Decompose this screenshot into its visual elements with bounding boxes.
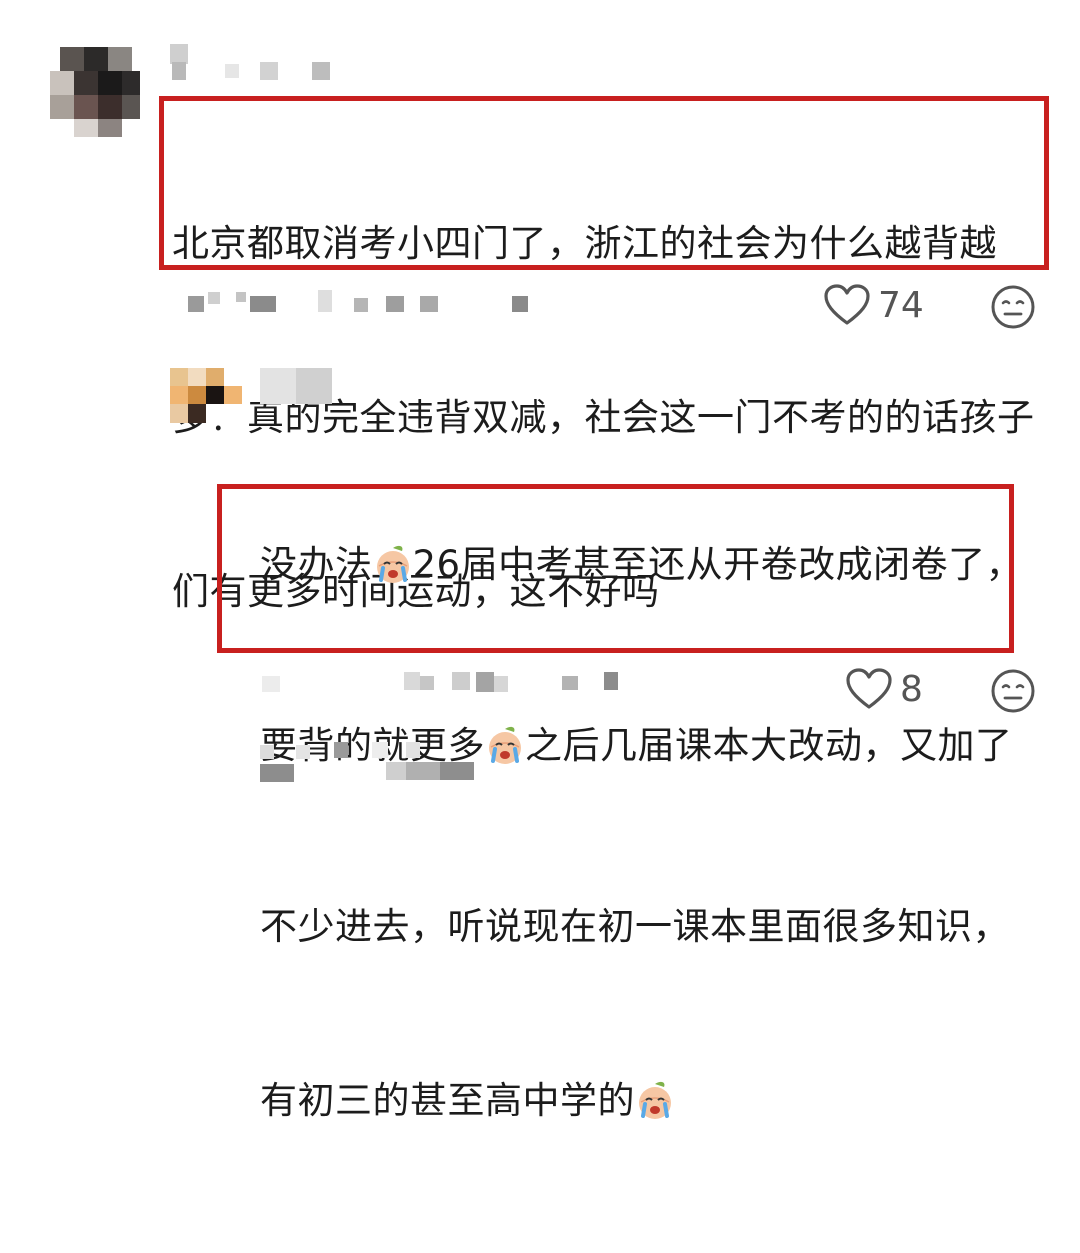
highlight-box-1 [159,96,1049,270]
crying-peach-emoji [635,1079,675,1137]
like-button-comment-1[interactable]: 74 [824,284,924,326]
neutral-face-icon[interactable] [990,284,1036,334]
like-count: 74 [878,284,924,326]
like-count: 8 [900,668,923,710]
comment-2-line-4: 有初三的甚至高中学的 [260,1072,1050,1137]
like-button-comment-2[interactable]: 8 [846,668,923,710]
crying-peach-emoji [485,724,525,782]
heart-outline-icon [824,284,870,326]
comment-2-line-3: 不少进去，听说现在初一课本里面很多知识， [260,905,1010,948]
highlight-box-2 [217,484,1014,653]
avatar-comment-2[interactable] [170,368,242,423]
neutral-face-icon[interactable] [990,668,1036,718]
avatar-comment-1[interactable] [45,42,140,137]
heart-outline-icon [846,668,892,710]
